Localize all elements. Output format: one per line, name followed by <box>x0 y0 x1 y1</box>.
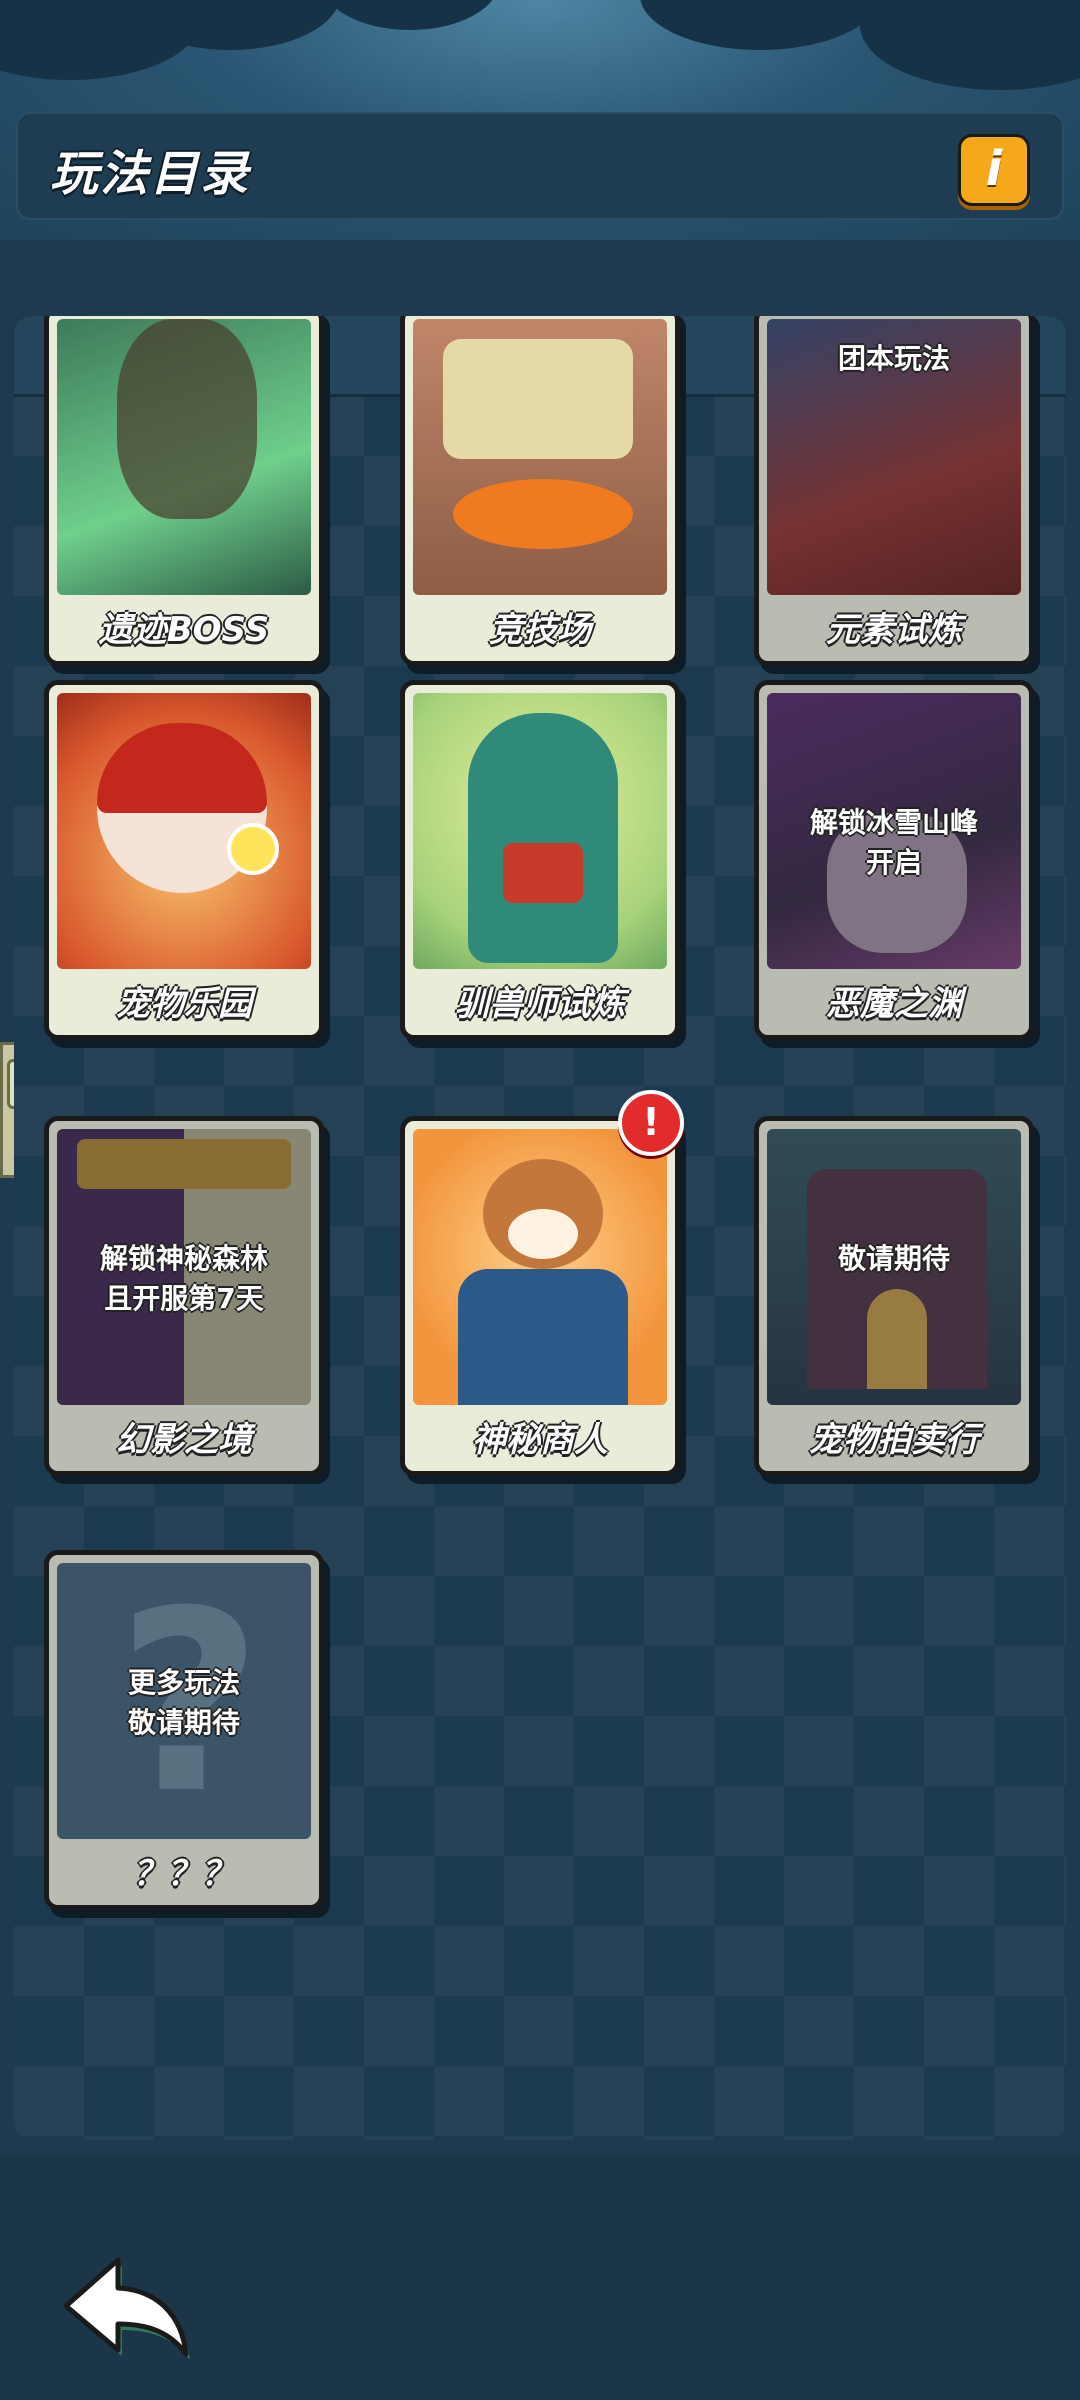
card-art <box>57 319 311 595</box>
info-icon: i <box>985 141 1003 197</box>
card-label: 宠物乐园 <box>116 984 252 1024</box>
card-art: 解锁神秘森林 且开服第7天 <box>57 1129 311 1405</box>
card-label: 神秘商人 <box>472 1420 608 1460</box>
card-art <box>413 693 667 969</box>
lock-text: 团本玩法 <box>837 342 950 375</box>
card-art <box>413 319 667 595</box>
card-art: 敬请期待 <box>767 1129 1021 1405</box>
card-label: 竞技场 <box>489 610 591 650</box>
back-arrow-icon <box>63 2257 190 2360</box>
lock-text: 解锁冰雪山峰 开启 <box>809 806 978 879</box>
card-label: 幻影之境 <box>116 1420 252 1460</box>
card-label: ？？？ <box>133 1854 235 1894</box>
card-relic-boss[interactable]: 遗迹BOSS <box>44 316 324 666</box>
card-label: 恶魔之渊 <box>826 984 962 1024</box>
card-label: 宠物拍卖行 <box>809 1420 979 1460</box>
header-bar: 玩法目录 i <box>16 112 1064 220</box>
card-label: 驯兽师试炼 <box>455 984 625 1024</box>
card-arena[interactable]: 竞技场 <box>400 316 680 666</box>
card-art: 团本玩法 <box>767 319 1021 595</box>
card-art: 解锁冰雪山峰 开启 <box>767 693 1021 969</box>
card-pet-auction[interactable]: 敬请期待 宠物拍卖行 <box>754 1116 1034 1476</box>
card-art: ? 更多玩法 敬请期待 <box>57 1563 311 1839</box>
card-pet-park[interactable]: 宠物乐园 <box>44 680 324 1040</box>
card-phantom-realm[interactable]: 解锁神秘森林 且开服第7天 幻影之境 <box>44 1116 324 1476</box>
info-button[interactable]: i <box>958 134 1030 206</box>
mode-list-panel[interactable]: 遗迹BOSS 竞技场 团本玩法 元素试炼 宠物乐园 驯兽师试炼 解锁冰雪山峰 开… <box>14 316 1066 2140</box>
card-art <box>413 1129 667 1405</box>
card-more-modes[interactable]: ? 更多玩法 敬请期待 ？？？ <box>44 1550 324 1910</box>
card-mystery-merchant[interactable]: 神秘商人 <box>400 1116 680 1476</box>
alert-badge: ! <box>618 1090 684 1156</box>
lock-text: 更多玩法 敬请期待 <box>127 1666 240 1739</box>
lock-text: 敬请期待 <box>837 1242 950 1275</box>
card-label: 遗迹BOSS <box>98 610 270 650</box>
card-tamer-trial[interactable]: 驯兽师试炼 <box>400 680 680 1040</box>
back-button[interactable] <box>58 2250 198 2360</box>
card-demon-abyss[interactable]: 解锁冰雪山峰 开启 恶魔之渊 <box>754 680 1034 1040</box>
lock-text: 解锁神秘森林 且开服第7天 <box>99 1242 268 1315</box>
card-art <box>57 693 311 969</box>
card-element-trial[interactable]: 团本玩法 元素试炼 <box>754 316 1034 666</box>
page-title: 玩法目录 <box>50 146 251 202</box>
card-label: 元素试炼 <box>826 610 962 650</box>
